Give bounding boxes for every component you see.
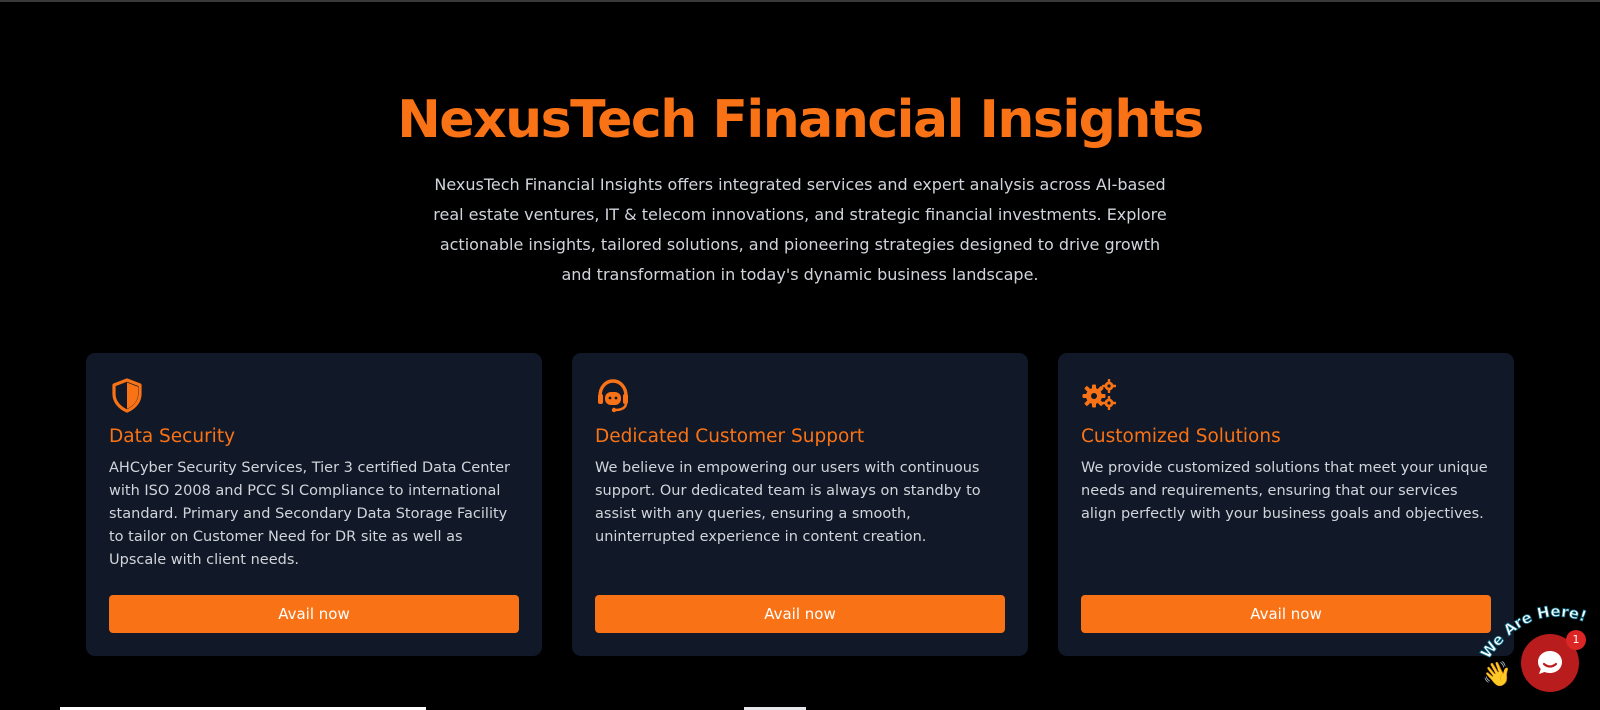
notification-badge: 1 (1566, 630, 1586, 650)
gears-icon (1082, 379, 1116, 410)
shield-icon (112, 378, 142, 413)
page-title: NexusTech Financial Insights (397, 90, 1204, 150)
card-description: We provide customized solutions that mee… (1081, 460, 1488, 522)
card-title: Data Security (109, 426, 236, 447)
card-customer-support: Dedicated Customer Support We believe in… (572, 353, 1028, 656)
headset-icon (598, 379, 628, 413)
card-description: We believe in empowering our users with … (595, 460, 981, 545)
avail-now-button[interactable]: Avail now (109, 595, 519, 633)
avail-now-button[interactable]: Avail now (1081, 595, 1491, 633)
page-description: NexusTech Financial Insights offers inte… (433, 175, 1167, 284)
chat-bubble-icon (1538, 651, 1562, 674)
top-border (0, 0, 1600, 2)
card-title: Customized Solutions (1081, 426, 1281, 447)
card-data-security: Data Security AHCyber Security Services,… (86, 353, 542, 656)
service-cards: Data Security AHCyber Security Services,… (86, 353, 1514, 656)
waving-hand-icon: 👋 (1482, 660, 1512, 688)
card-title: Dedicated Customer Support (595, 426, 865, 447)
card-customized-solutions: Customized Solutions We provide customiz… (1058, 353, 1514, 656)
hero-section: NexusTech Financial Insights NexusTech F… (0, 84, 1600, 290)
card-description: AHCyber Security Services, Tier 3 certif… (109, 460, 510, 568)
avail-now-button[interactable]: Avail now (595, 595, 1005, 633)
chat-widget[interactable]: We Are Here! 👋 1 (1478, 604, 1598, 704)
